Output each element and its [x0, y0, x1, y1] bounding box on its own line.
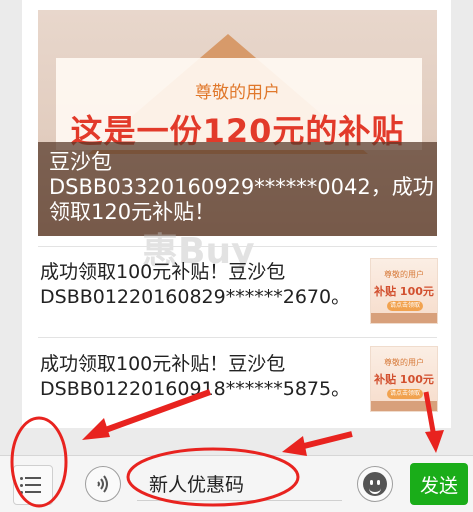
- send-button[interactable]: 发送: [410, 463, 468, 505]
- thumb-title: 尊敬的用户: [384, 270, 424, 279]
- thumb-base: [371, 401, 437, 411]
- hero-article-card[interactable]: 尊敬的用户 这是一份120元的补贴 豆沙包 DSBB03320160929***…: [38, 10, 437, 236]
- menu-bar: [25, 491, 41, 493]
- hero-caption-line: DSBB03320160929******0042，成功: [49, 175, 434, 199]
- hero-greeting: 尊敬的用户: [195, 83, 280, 103]
- message-input[interactable]: [137, 468, 349, 498]
- divider: [38, 337, 437, 338]
- list-item-line: 成功领取100元补贴！豆沙包: [40, 261, 286, 283]
- chat-input-toolbar: 发送: [0, 455, 473, 512]
- menu-dot: [20, 491, 23, 494]
- message-input-wrapper: [137, 468, 349, 501]
- menu-bar: [25, 477, 41, 479]
- menu-bar: [25, 484, 41, 486]
- hero-caption-line: 豆沙包: [49, 150, 112, 174]
- thumb-button: 请点击领取: [387, 389, 423, 399]
- thumb-label: 补贴 100元: [374, 373, 434, 386]
- emoji-face: [363, 472, 387, 496]
- emoji-mouth: [369, 486, 381, 494]
- emoji-eye: [370, 480, 373, 485]
- divider: [38, 246, 437, 247]
- list-item[interactable]: 成功领取100元补贴！豆沙包 DSBB01220160829******2670…: [40, 258, 438, 330]
- list-item-thumbnail: 尊敬的用户 补贴 100元 请点击领取: [370, 346, 438, 412]
- hero-caption: 豆沙包 DSBB03320160929******0042，成功 领取120元补…: [49, 150, 434, 225]
- voice-icon[interactable]: [85, 466, 121, 502]
- list-item-thumbnail: 尊敬的用户 补贴 100元 请点击领取: [370, 258, 438, 324]
- annotation-arrowhead: [425, 430, 444, 453]
- list-item-text: 成功领取100元补贴！豆沙包 DSBB01220160918******5875…: [40, 352, 360, 402]
- list-item-line: 成功领取100元补贴！豆沙包: [40, 353, 286, 375]
- voice-wave-icon: [97, 475, 108, 493]
- annotation-arrow-line: [299, 431, 353, 450]
- thumb-label: 补贴 100元: [374, 285, 434, 298]
- thumb-button: 请点击领取: [387, 301, 423, 311]
- list-item-line: DSBB01220160918******5875。: [40, 378, 351, 400]
- list-item-text: 成功领取100元补贴！豆沙包 DSBB01220160829******2670…: [40, 260, 360, 310]
- menu-list-icon[interactable]: [13, 465, 53, 505]
- emoji-icon[interactable]: [357, 466, 393, 502]
- list-item-line: DSBB01220160829******2670。: [40, 286, 351, 308]
- list-item[interactable]: 成功领取100元补贴！豆沙包 DSBB01220160918******5875…: [40, 346, 438, 422]
- annotation-arrowhead: [282, 436, 307, 456]
- emoji-eye: [377, 480, 380, 485]
- thumb-title: 尊敬的用户: [384, 358, 424, 367]
- menu-dot: [20, 477, 23, 480]
- menu-dot: [20, 484, 23, 487]
- thumb-base: [371, 313, 437, 323]
